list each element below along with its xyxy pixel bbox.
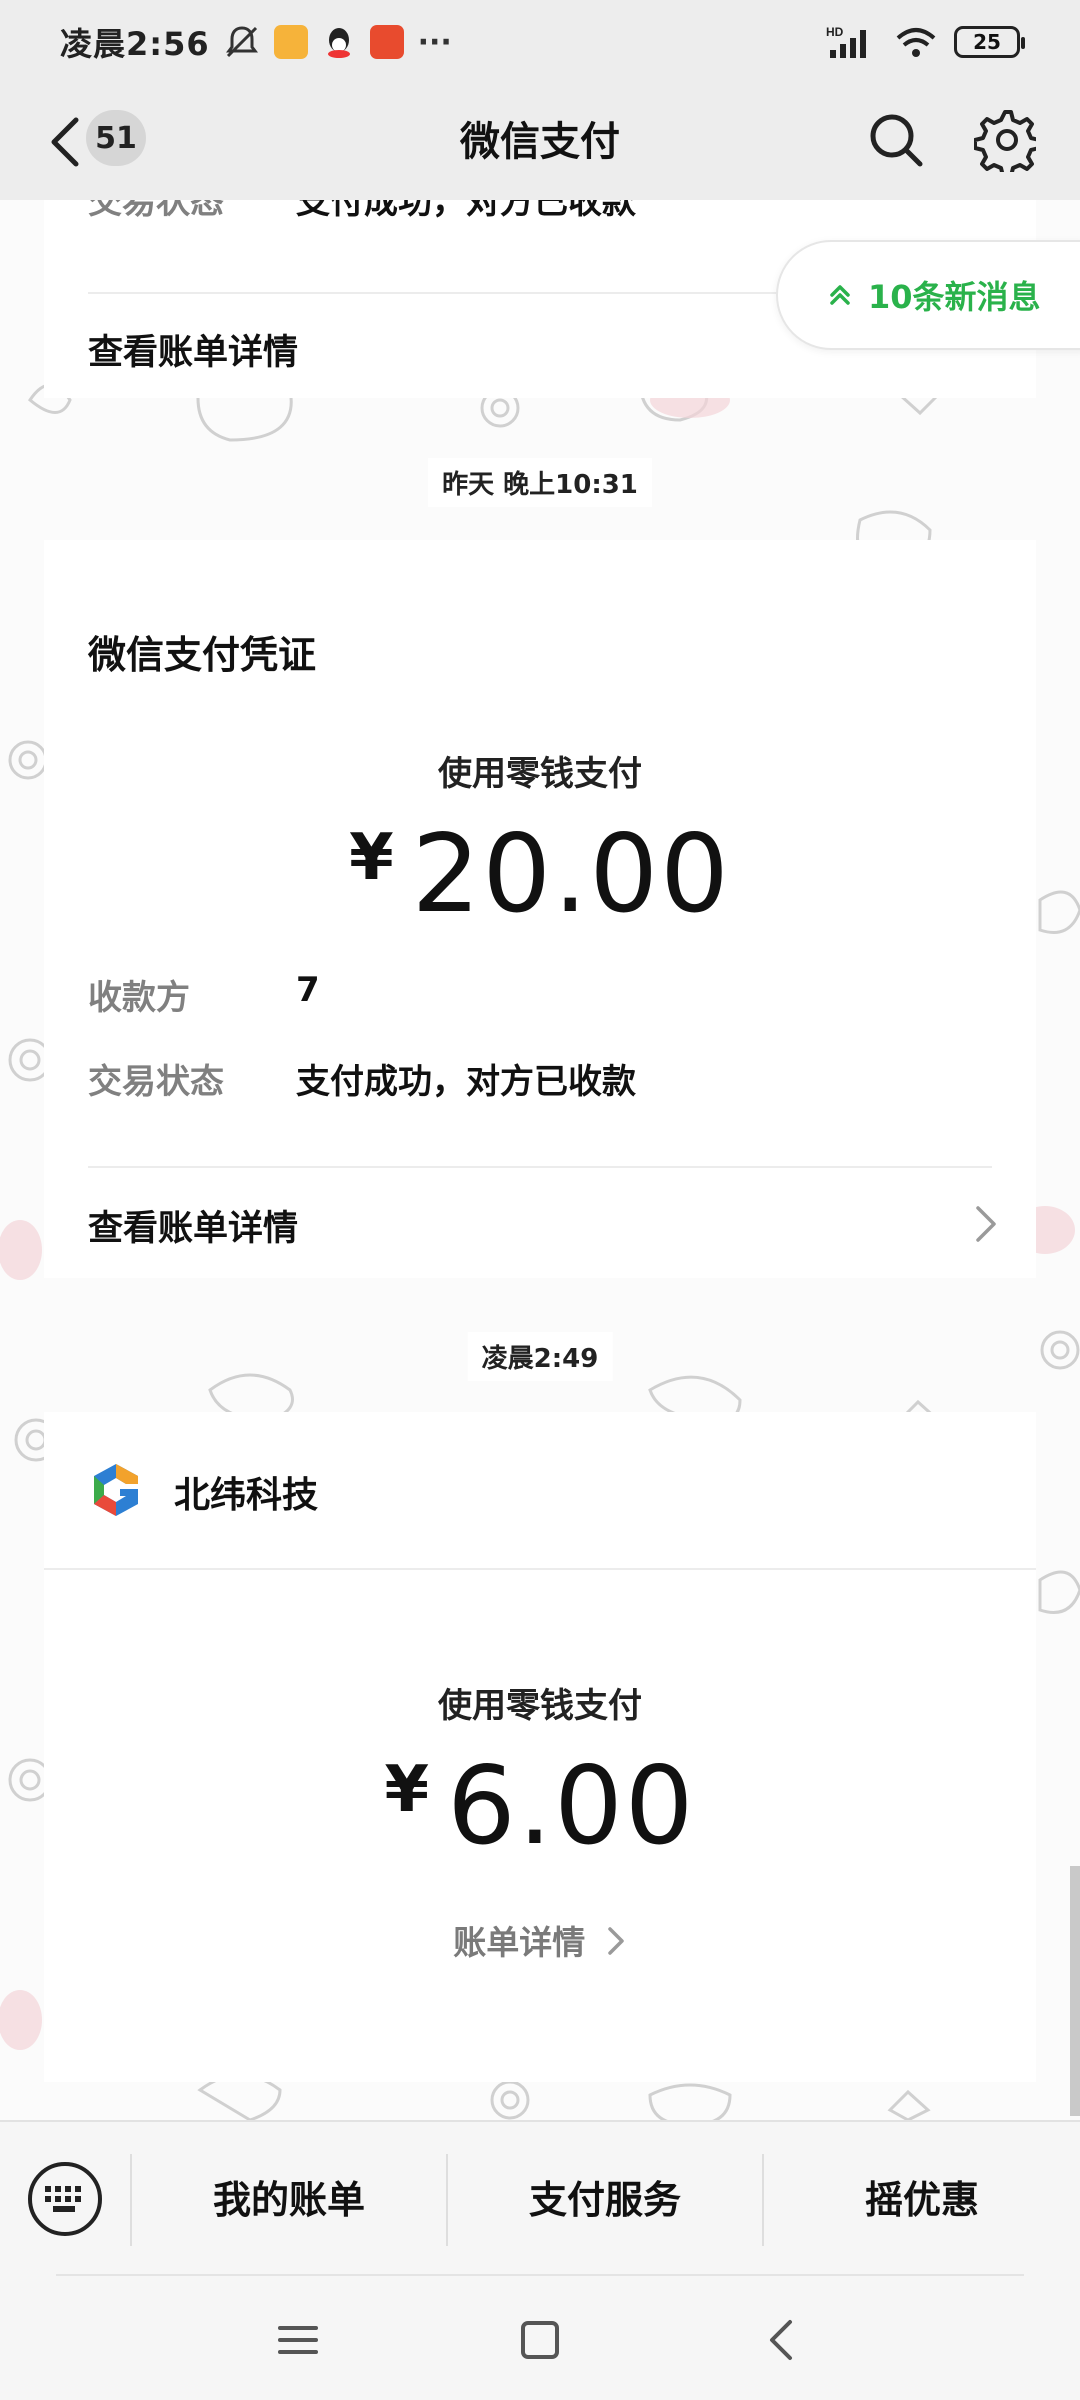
keyboard-icon	[45, 2186, 81, 2212]
merchant-name: 北纬科技	[174, 1475, 319, 1516]
card-divider	[44, 1568, 1036, 1570]
merchant-logo-icon	[94, 1464, 138, 1516]
top-nav-bar: 51 微信支付	[0, 84, 1080, 200]
signal-icon: HD	[826, 25, 866, 58]
payee-value: 7	[296, 970, 320, 1010]
double-chevron-up-icon	[830, 285, 850, 305]
menu-icon	[278, 2326, 318, 2354]
search-icon	[870, 114, 923, 167]
merchant-payment-card[interactable]: 北纬科技 使用零钱支付 ¥6.00 账单详情	[44, 1412, 1036, 2082]
currency-symbol: ¥	[349, 821, 394, 895]
currency-symbol: ¥	[384, 1753, 430, 1827]
bill-details-link[interactable]: 账单详情	[44, 1916, 1036, 1964]
chevron-right-icon	[608, 1927, 624, 1955]
menu-payment-services[interactable]: 支付服务	[448, 2152, 762, 2248]
payee-label: 收款方	[88, 978, 190, 1018]
amount-value: 6.00	[447, 1744, 696, 1869]
view-bill-details-label: 查看账单详情	[88, 333, 299, 373]
payment-method: 使用零钱支付	[438, 1686, 642, 1726]
listen-app-icon	[369, 25, 404, 59]
payment-method: 使用零钱支付	[438, 754, 642, 794]
recent-apps-button[interactable]	[268, 2310, 328, 2370]
voucher-card[interactable]: 微信支付凭证 使用零钱支付 ¥20.00 收款方 7 交易状态 支付成功，对方已…	[44, 540, 1036, 1278]
merchant-header[interactable]: 北纬科技	[44, 1412, 1036, 1568]
nav-back-icon	[770, 2320, 792, 2360]
wifi-icon	[896, 28, 936, 57]
voucher-title: 微信支付凭证	[88, 633, 317, 677]
bill-details-label: 账单详情	[453, 1923, 586, 1962]
timestamp: 昨天 晚上10:31	[428, 458, 652, 507]
system-back-button[interactable]	[752, 2310, 812, 2370]
system-navigation-bar	[0, 2276, 1080, 2400]
scrollbar-thumb[interactable]	[1070, 1866, 1080, 2116]
keyboard-toggle-button[interactable]	[28, 2162, 102, 2236]
qq-icon	[327, 28, 350, 58]
bottom-menu-bar: 我的账单 支付服务 摇优惠	[0, 2120, 1080, 2276]
payment-amount: ¥6.00	[44, 1744, 1036, 1869]
menu-shake-offers[interactable]: 摇优惠	[764, 2152, 1080, 2248]
more-notifications-icon: ···	[417, 24, 452, 60]
status-label: 交易状态	[88, 1062, 224, 1102]
notes-app-icon	[273, 25, 308, 59]
home-icon	[521, 2321, 559, 2359]
menu-my-bills[interactable]: 我的账单	[132, 2152, 446, 2248]
status-bar: 凌晨2:56 ··· HD 25	[0, 0, 1080, 84]
battery-indicator: 25	[954, 26, 1025, 58]
view-bill-details-row[interactable]: 查看账单详情	[44, 1168, 1036, 1278]
mute-bell-icon	[225, 26, 258, 58]
status-value: 支付成功，对方已收款	[296, 1062, 636, 1102]
search-button[interactable]	[866, 110, 926, 170]
notification-icons: ···	[224, 24, 452, 60]
status-time: 凌晨2:56	[60, 25, 210, 63]
view-bill-details-label: 查看账单详情	[88, 1209, 299, 1249]
chevron-right-icon	[976, 1206, 996, 1242]
network-type-label: HD	[826, 25, 844, 39]
new-messages-button[interactable]: 10条新消息	[776, 240, 1080, 350]
settings-button[interactable]	[973, 108, 1041, 178]
amount-value: 20.00	[411, 812, 731, 937]
payment-amount: ¥20.00	[44, 812, 1036, 937]
home-button[interactable]	[510, 2310, 570, 2370]
gear-icon	[973, 110, 1041, 178]
new-messages-label: 10条新消息	[868, 278, 1041, 316]
timestamp: 凌晨2:49	[467, 1332, 613, 1381]
